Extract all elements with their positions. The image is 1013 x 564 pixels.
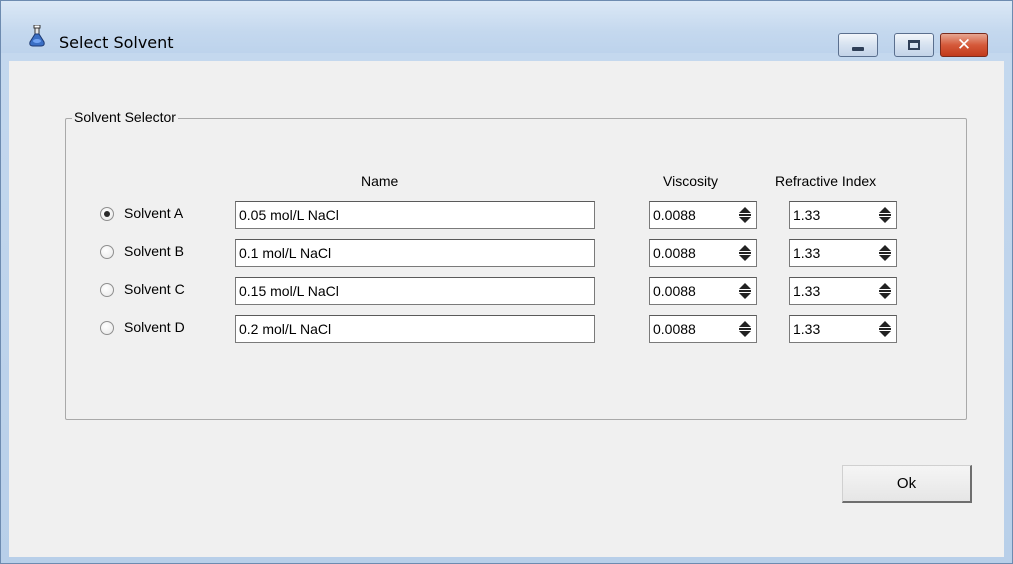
solvent-a-viscosity-spinner[interactable]: 0.0088 — [649, 201, 757, 229]
solvent-b-refractive-index-spinner[interactable]: 1.33 — [789, 239, 897, 267]
select-solvent-window: Select Solvent ✕ Solvent Selector Name V… — [0, 0, 1013, 564]
group-label: Solvent Selector — [72, 109, 178, 125]
solvent-c-radio[interactable] — [100, 283, 114, 297]
maximize-icon — [908, 40, 920, 50]
solvent-b-radio[interactable] — [100, 245, 114, 259]
ok-button[interactable]: Ok — [842, 465, 972, 503]
solvent-b-viscosity-spinner[interactable]: 0.0088 — [649, 239, 757, 267]
spinner-arrows-icon[interactable] — [737, 205, 753, 225]
column-header-viscosity: Viscosity — [663, 173, 718, 189]
solvent-b-label[interactable]: Solvent B — [124, 243, 184, 259]
solvent-b-name-input[interactable]: 0.1 mol/L NaCl — [235, 239, 595, 267]
solvent-c-refractive-index-spinner[interactable]: 1.33 — [789, 277, 897, 305]
solvent-d-viscosity-spinner[interactable]: 0.0088 — [649, 315, 757, 343]
solvent-d-radio[interactable] — [100, 321, 114, 335]
minimize-icon — [852, 47, 864, 51]
solvent-c-name-input[interactable]: 0.15 mol/L NaCl — [235, 277, 595, 305]
solvent-a-radio[interactable] — [100, 207, 114, 221]
column-header-name: Name — [361, 173, 399, 189]
minimize-button[interactable] — [838, 33, 878, 57]
spinner-arrows-icon[interactable] — [877, 243, 893, 263]
spinner-arrows-icon[interactable] — [877, 281, 893, 301]
spinner-arrows-icon[interactable] — [877, 319, 893, 339]
window-title: Select Solvent — [59, 33, 174, 52]
solvent-d-name-input[interactable]: 0.2 mol/L NaCl — [235, 315, 595, 343]
spinner-arrows-icon[interactable] — [737, 243, 753, 263]
spinner-arrows-icon[interactable] — [737, 319, 753, 339]
close-button[interactable]: ✕ — [940, 33, 988, 57]
dialog-client-area: Solvent Selector Name Viscosity Refracti… — [9, 61, 1004, 557]
solvent-c-label[interactable]: Solvent C — [124, 281, 185, 297]
solvent-a-refractive-index-spinner[interactable]: 1.33 — [789, 201, 897, 229]
maximize-button[interactable] — [894, 33, 934, 57]
solvent-c-viscosity-spinner[interactable]: 0.0088 — [649, 277, 757, 305]
solvent-a-label[interactable]: Solvent A — [124, 205, 183, 221]
solvent-selector-group: Solvent Selector — [65, 109, 967, 420]
spinner-arrows-icon[interactable] — [877, 205, 893, 225]
solvent-d-refractive-index-spinner[interactable]: 1.33 — [789, 315, 897, 343]
column-header-refractive-index: Refractive Index — [775, 173, 877, 189]
flask-icon — [29, 25, 45, 47]
close-icon: ✕ — [956, 34, 972, 55]
title-bar[interactable]: Select Solvent ✕ — [1, 1, 1012, 57]
solvent-a-name-input[interactable]: 0.05 mol/L NaCl — [235, 201, 595, 229]
spinner-arrows-icon[interactable] — [737, 281, 753, 301]
solvent-d-label[interactable]: Solvent D — [124, 319, 185, 335]
